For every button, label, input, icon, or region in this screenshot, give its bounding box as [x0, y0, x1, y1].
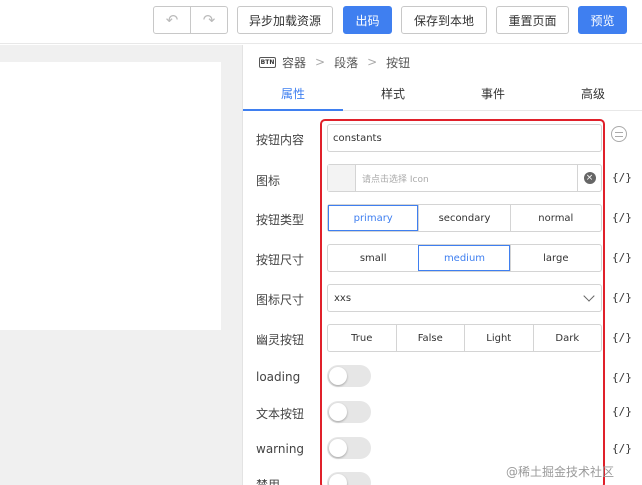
type-label: 按钮类型	[256, 213, 305, 227]
save-local-button[interactable]: 保存到本地	[401, 6, 487, 34]
ghost-option-false[interactable]: False	[395, 325, 465, 351]
tab-events[interactable]: 事件	[443, 77, 543, 110]
redo-icon: ↷	[202, 11, 216, 29]
export-code-button[interactable]: 出码	[343, 6, 392, 34]
icon-size-value: xxs	[334, 292, 352, 304]
size-segmented: small medium large	[327, 244, 602, 272]
ghost-option-dark[interactable]: Dark	[532, 325, 602, 351]
icon-size-label: 图标尺寸	[256, 293, 305, 307]
icon-picker[interactable]: 请点击选择 Icon ×	[327, 164, 602, 192]
panel-tabs: 属性 样式 事件 高级	[243, 77, 642, 111]
undo-icon: ↶	[165, 11, 179, 29]
size-option-large[interactable]: large	[509, 245, 601, 271]
ghost-segmented: True False Light Dark	[327, 324, 602, 352]
tab-styles[interactable]: 样式	[343, 77, 443, 110]
canvas-page[interactable]	[0, 62, 221, 330]
size-label: 按钮尺寸	[256, 253, 305, 267]
top-toolbar: ↶ ↷ 异步加载资源 出码 保存到本地 重置页面 预览	[0, 0, 642, 44]
breadcrumb-item-container[interactable]: 容器	[282, 54, 306, 71]
ghost-label: 幽灵按钮	[256, 333, 305, 347]
type-option-normal[interactable]: normal	[509, 205, 601, 231]
icon-label: 图标	[256, 174, 281, 188]
text-button-switch[interactable]	[327, 401, 371, 423]
content-input[interactable]: constants	[327, 124, 602, 152]
ghost-option-light[interactable]: Light	[464, 325, 533, 351]
clear-icon-button[interactable]: ×	[577, 165, 601, 191]
warning-label: warning	[256, 442, 305, 456]
design-canvas	[0, 45, 242, 485]
tab-properties[interactable]: 属性	[243, 77, 343, 111]
warning-code-toggle[interactable]: {/}	[612, 442, 632, 455]
warning-switch[interactable]	[327, 437, 371, 459]
variable-bind-icon[interactable]	[611, 126, 627, 142]
undo-button[interactable]: ↶	[153, 6, 191, 34]
breadcrumb-item-paragraph[interactable]: 段落	[334, 54, 358, 71]
loading-code-toggle[interactable]: {/}	[612, 371, 632, 384]
breadcrumb-separator: >	[315, 55, 326, 69]
chevron-down-icon	[583, 290, 595, 302]
icon-code-toggle[interactable]: {/}	[612, 171, 632, 184]
ghost-code-toggle[interactable]: {/}	[612, 331, 632, 344]
tab-advanced[interactable]: 高级	[543, 77, 642, 110]
text-button-code-toggle[interactable]: {/}	[612, 405, 632, 418]
size-option-medium[interactable]: medium	[418, 245, 510, 271]
breadcrumb-item-button[interactable]: 按钮	[386, 54, 410, 71]
ghost-option-true[interactable]: True	[328, 325, 396, 351]
breadcrumb: BTN 容器 > 段落 > 按钮	[259, 53, 410, 71]
type-segmented: primary secondary normal	[327, 204, 602, 232]
icon-placeholder[interactable]: 请点击选择 Icon	[356, 165, 577, 191]
icon-size-code-toggle[interactable]: {/}	[612, 291, 632, 304]
text-button-label: 文本按钮	[256, 407, 305, 421]
disabled-label: 禁用	[256, 478, 281, 485]
loading-label: loading	[256, 370, 301, 384]
reset-page-button[interactable]: 重置页面	[496, 6, 569, 34]
button-component-icon: BTN	[259, 56, 276, 68]
breadcrumb-separator: >	[367, 55, 378, 69]
size-code-toggle[interactable]: {/}	[612, 251, 632, 264]
type-code-toggle[interactable]: {/}	[612, 211, 632, 224]
preview-button[interactable]: 预览	[578, 6, 627, 34]
icon-preview[interactable]	[328, 165, 356, 191]
watermark: @稀土掘金技术社区	[506, 465, 615, 479]
async-load-button[interactable]: 异步加载资源	[237, 6, 333, 34]
type-option-secondary[interactable]: secondary	[418, 205, 509, 231]
size-option-small[interactable]: small	[328, 245, 418, 271]
settings-panel: BTN 容器 > 段落 > 按钮 属性 样式 事件 高级 按钮内容 consta…	[242, 45, 642, 485]
loading-switch[interactable]	[327, 365, 371, 387]
close-icon: ×	[583, 172, 596, 184]
disabled-switch[interactable]	[327, 472, 371, 485]
redo-button[interactable]: ↷	[190, 6, 228, 34]
content-label: 按钮内容	[256, 133, 305, 147]
type-option-primary[interactable]: primary	[328, 205, 419, 231]
icon-size-select[interactable]: xxs	[327, 284, 602, 312]
